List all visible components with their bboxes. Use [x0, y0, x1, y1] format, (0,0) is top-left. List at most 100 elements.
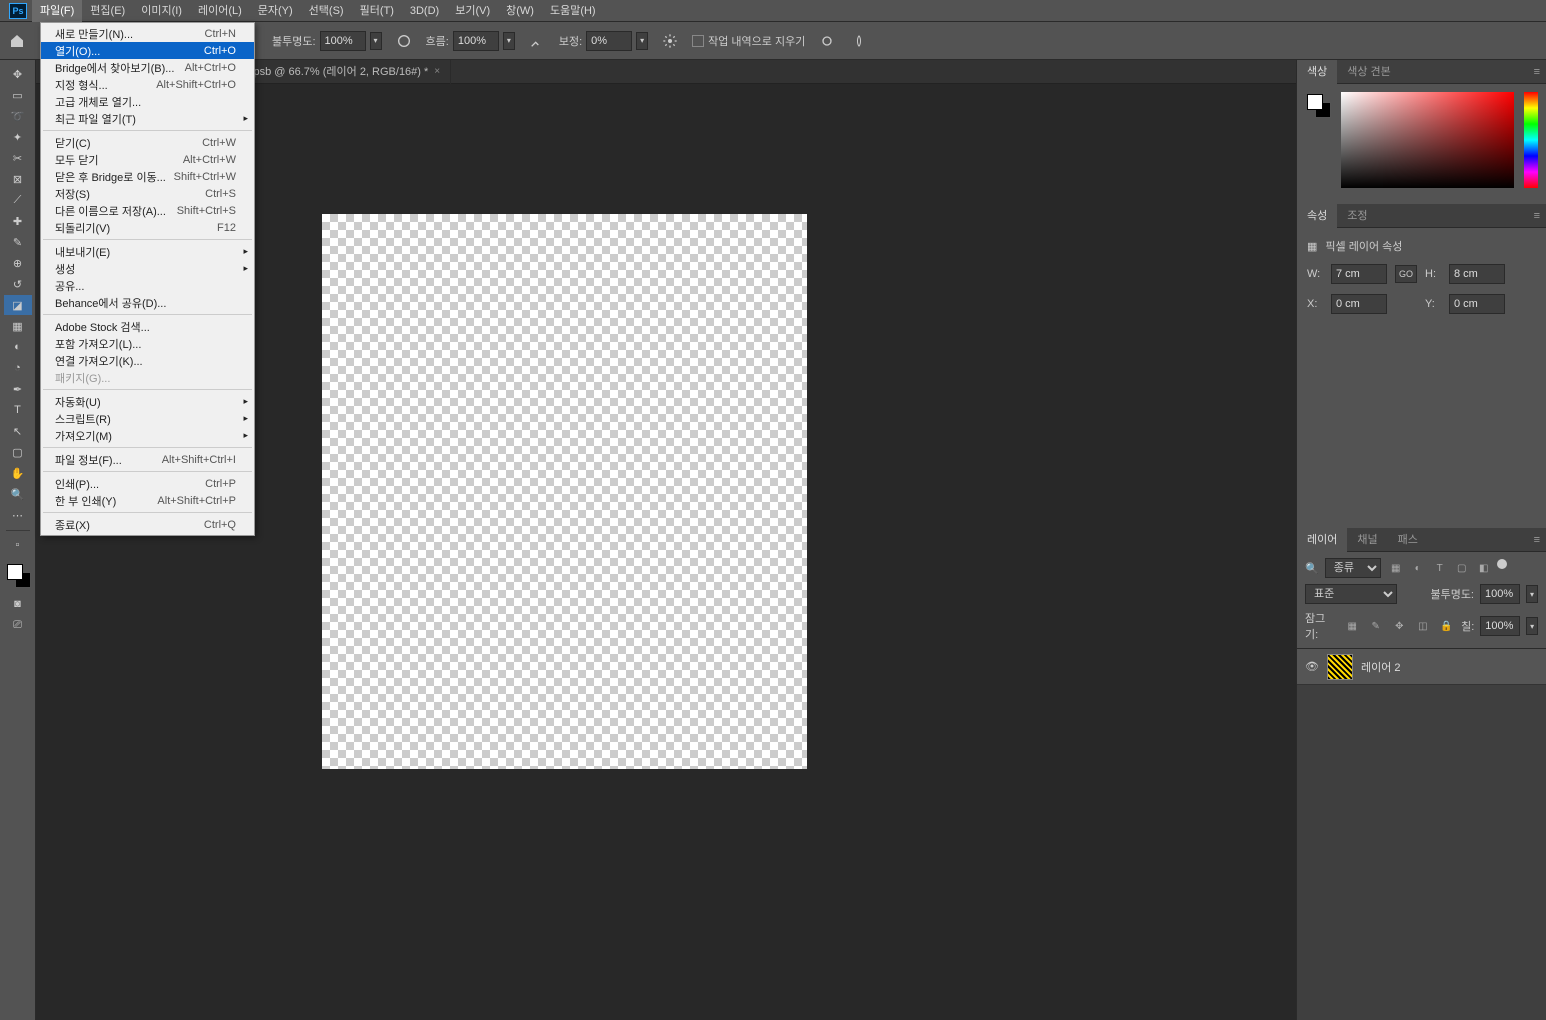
- menu-file[interactable]: 파일(F): [32, 0, 82, 22]
- heal-tool[interactable]: ✚: [4, 211, 32, 231]
- width-input[interactable]: [1331, 264, 1387, 284]
- path-select-tool[interactable]: ↖: [4, 421, 32, 441]
- pressure-opacity-icon[interactable]: [394, 31, 414, 51]
- layer-thumbnail[interactable]: [1327, 654, 1353, 680]
- menu-item[interactable]: 포함 가져오기(L)...: [41, 335, 254, 352]
- blur-tool[interactable]: ◐: [4, 337, 32, 357]
- menu-view[interactable]: 보기(V): [447, 0, 498, 22]
- tab-layers[interactable]: 레이어: [1297, 528, 1347, 552]
- color-swatches[interactable]: [5, 562, 31, 588]
- menu-item[interactable]: 고급 개체로 열기...: [41, 93, 254, 110]
- layer-kind-filter[interactable]: 종류: [1325, 558, 1381, 578]
- lock-pixels-icon[interactable]: ✎: [1367, 617, 1385, 635]
- filter-adjust-icon[interactable]: ◐: [1409, 559, 1427, 577]
- layer-opacity-dropdown[interactable]: [1526, 585, 1538, 603]
- smoothing-dropdown[interactable]: [636, 32, 648, 50]
- foreground-chip[interactable]: [1307, 94, 1323, 110]
- erase-history-checkbox[interactable]: [692, 35, 704, 47]
- pen-tool[interactable]: ✒: [4, 379, 32, 399]
- layer-item[interactable]: 👁 레이어 2: [1297, 649, 1546, 685]
- filter-pixel-icon[interactable]: ▦: [1387, 559, 1405, 577]
- eraser-tool[interactable]: ◪: [4, 295, 32, 315]
- lock-transparency-icon[interactable]: ▦: [1343, 617, 1361, 635]
- edit-toolbar[interactable]: ⋯: [4, 505, 32, 525]
- hue-slider[interactable]: [1524, 92, 1538, 188]
- close-icon[interactable]: ×: [434, 60, 440, 84]
- color-field[interactable]: [1341, 92, 1514, 188]
- gradient-tool[interactable]: ▦: [4, 316, 32, 336]
- menu-item[interactable]: 파일 정보(F)...Alt+Shift+Ctrl+I: [41, 451, 254, 468]
- menu-type[interactable]: 문자(Y): [250, 0, 301, 22]
- smoothing-input[interactable]: [586, 31, 632, 51]
- layer-opacity-input[interactable]: [1480, 584, 1520, 604]
- tab-color[interactable]: 색상: [1297, 60, 1337, 84]
- menu-item[interactable]: Bridge에서 찾아보기(B)...Alt+Ctrl+O: [41, 59, 254, 76]
- wand-tool[interactable]: ✦: [4, 127, 32, 147]
- menu-item[interactable]: 되돌리기(V)F12: [41, 219, 254, 236]
- frame-tool[interactable]: ⊠: [4, 169, 32, 189]
- menu-item[interactable]: 스크립트(R): [41, 410, 254, 427]
- screenmode-tool[interactable]: ⎚: [4, 615, 32, 635]
- flow-input[interactable]: [453, 31, 499, 51]
- layer-name[interactable]: 레이어 2: [1361, 659, 1401, 675]
- lock-all-icon[interactable]: 🔒: [1438, 617, 1456, 635]
- menu-item[interactable]: 인쇄(P)...Ctrl+P: [41, 475, 254, 492]
- menu-item[interactable]: 종료(X)Ctrl+Q: [41, 516, 254, 533]
- height-input[interactable]: [1449, 264, 1505, 284]
- x-input[interactable]: [1331, 294, 1387, 314]
- canvas[interactable]: [322, 214, 807, 769]
- opacity-dropdown[interactable]: [370, 32, 382, 50]
- menu-3d[interactable]: 3D(D): [402, 0, 447, 22]
- marquee-tool[interactable]: ▭: [4, 85, 32, 105]
- menu-item[interactable]: 생성: [41, 260, 254, 277]
- lasso-tool[interactable]: ➰: [4, 106, 32, 126]
- menu-edit[interactable]: 편집(E): [82, 0, 133, 22]
- panel-menu-icon[interactable]: ≡: [1528, 210, 1546, 222]
- shape-tool[interactable]: ▢: [4, 442, 32, 462]
- dodge-tool[interactable]: ◔: [4, 358, 32, 378]
- filter-toggle[interactable]: [1497, 559, 1507, 569]
- move-tool[interactable]: ✥: [4, 64, 32, 84]
- type-tool[interactable]: T: [4, 400, 32, 420]
- filter-type-icon[interactable]: T: [1431, 559, 1449, 577]
- lock-artboard-icon[interactable]: ◫: [1414, 617, 1432, 635]
- menu-filter[interactable]: 필터(T): [352, 0, 402, 22]
- menu-item[interactable]: 내보내기(E): [41, 243, 254, 260]
- tab-adjustments[interactable]: 조정: [1337, 204, 1377, 228]
- menu-select[interactable]: 선택(S): [301, 0, 352, 22]
- menu-image[interactable]: 이미지(I): [133, 0, 190, 22]
- menu-item[interactable]: 지정 형식...Alt+Shift+Ctrl+O: [41, 76, 254, 93]
- menu-item[interactable]: Adobe Stock 검색...: [41, 318, 254, 335]
- crop-tool[interactable]: ✂: [4, 148, 32, 168]
- quickmask-tool[interactable]: ◙: [4, 594, 32, 614]
- menu-item[interactable]: Behance에서 공유(D)...: [41, 294, 254, 311]
- opacity-input[interactable]: [320, 31, 366, 51]
- panel-menu-icon[interactable]: ≡: [1528, 534, 1546, 546]
- fill-input[interactable]: [1480, 616, 1520, 636]
- zoom-tool[interactable]: 🔍: [4, 484, 32, 504]
- filter-shape-icon[interactable]: ▢: [1453, 559, 1471, 577]
- tab-channels[interactable]: 채널: [1347, 528, 1387, 552]
- airbrush-icon[interactable]: [527, 31, 547, 51]
- foreground-color[interactable]: [7, 564, 23, 580]
- visibility-icon[interactable]: 👁: [1305, 660, 1319, 674]
- menu-item[interactable]: 공유...: [41, 277, 254, 294]
- color-chips[interactable]: [1305, 92, 1331, 118]
- menu-help[interactable]: 도움말(H): [542, 0, 604, 22]
- lock-position-icon[interactable]: ✥: [1391, 617, 1409, 635]
- blend-mode-select[interactable]: 표준: [1305, 584, 1397, 604]
- default-colors-icon[interactable]: ▫: [4, 535, 32, 555]
- menu-item[interactable]: 최근 파일 열기(T): [41, 110, 254, 127]
- hand-tool[interactable]: ✋: [4, 463, 32, 483]
- smoothing-gear-icon[interactable]: [660, 31, 680, 51]
- y-input[interactable]: [1449, 294, 1505, 314]
- pressure-size-icon[interactable]: [817, 31, 837, 51]
- menu-item[interactable]: 닫은 후 Bridge로 이동...Shift+Ctrl+W: [41, 168, 254, 185]
- link-dimensions-icon[interactable]: GO: [1395, 265, 1417, 283]
- menu-window[interactable]: 창(W): [498, 0, 542, 22]
- menu-item[interactable]: 한 부 인쇄(Y)Alt+Shift+Ctrl+P: [41, 492, 254, 509]
- menu-item[interactable]: 열기(O)...Ctrl+O: [41, 42, 254, 59]
- menu-item[interactable]: 가져오기(M): [41, 427, 254, 444]
- menu-item[interactable]: 모두 닫기Alt+Ctrl+W: [41, 151, 254, 168]
- eyedropper-tool[interactable]: ⟋: [4, 190, 32, 210]
